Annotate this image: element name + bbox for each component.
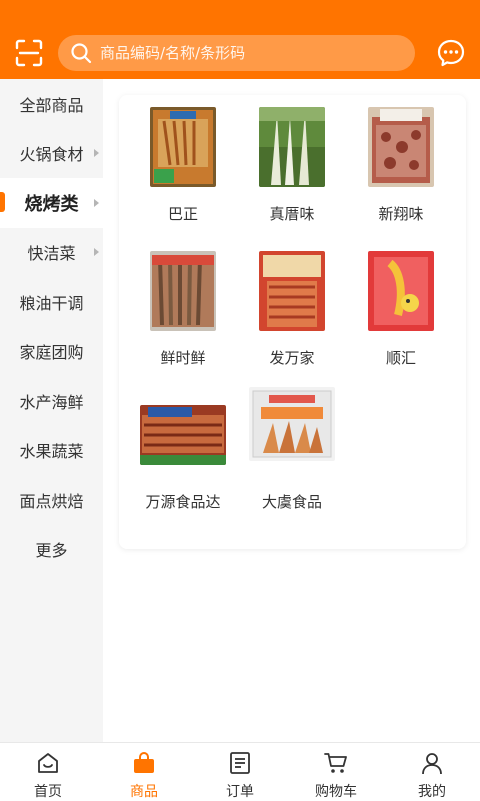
sidebar-item-bakery[interactable]: 面点烘焙 [0,475,103,525]
brand-image [150,251,216,331]
chevron-right-icon [94,198,99,207]
brand-name: 巴正 [167,205,198,223]
chat-bubble-icon[interactable] [436,38,466,68]
sidebar-item-all[interactable]: 全部商品 [0,79,103,129]
brand-item[interactable]: 顺汇 [347,239,455,379]
brand-item[interactable]: 真厝味 [238,95,346,235]
tab-profile[interactable]: 我的 [384,743,480,801]
brand-name: 万源食品达 [145,493,221,511]
brand-name: 鲜时鲜 [160,349,206,367]
brand-name: 大虞食品 [261,493,322,511]
main-panel: 巴正 真厝味 新翔味 鲜时鲜 发万家 顺汇 万源食品达 大虞食品 [103,79,480,742]
sidebar-item-label: 快洁菜 [27,244,76,264]
brand-image [259,251,325,331]
search-input[interactable]: 商品编码/名称/条形码 [58,35,415,71]
sidebar-item-more[interactable]: 更多 [0,525,103,575]
home-icon [36,751,60,775]
category-sidebar: 全部商品 火锅食材 烧烤类 快洁菜 粮油干调 家庭团购 水产海鲜 水果蔬菜 面点… [0,79,103,742]
sidebar-item-label: 烧烤类 [24,193,79,215]
search-icon [70,42,92,64]
tab-label: 购物车 [315,784,357,800]
brand-name: 顺汇 [385,349,416,367]
scan-icon[interactable] [14,38,44,68]
brand-name: 发万家 [269,349,315,367]
shopping-bag-icon [132,751,156,775]
top-header: 商品编码/名称/条形码 [0,0,480,79]
user-icon [420,751,444,775]
brand-image [368,107,434,187]
sidebar-item-label: 全部商品 [19,95,84,115]
brand-image [150,107,216,187]
chevron-right-icon [94,149,99,158]
sidebar-item-label: 水产海鲜 [19,392,84,412]
bottom-tab-bar: 首页 商品 订单 购物车 我的 [0,742,480,800]
tab-orders[interactable]: 订单 [192,743,288,801]
cart-icon [324,751,348,775]
brand-image [368,251,434,331]
brand-item[interactable]: 新翔味 [347,95,455,235]
active-indicator [0,192,5,212]
sidebar-item-hotpot[interactable]: 火锅食材 [0,129,103,179]
brand-item[interactable]: 大虞食品 [238,383,346,523]
sidebar-item-bbq[interactable]: 烧烤类 [0,178,103,228]
sidebar-item-label: 粮油干调 [19,293,84,313]
sidebar-item-label: 水果蔬菜 [19,442,84,462]
tab-label: 我的 [418,784,446,800]
tab-label: 首页 [34,784,62,800]
brand-name: 真厝味 [269,205,315,223]
brand-item[interactable]: 巴正 [129,95,237,235]
sidebar-item-seafood[interactable]: 水产海鲜 [0,376,103,426]
brand-item[interactable]: 发万家 [238,239,346,379]
brand-image [259,107,325,187]
tab-home[interactable]: 首页 [0,743,96,801]
tab-label: 商品 [130,784,158,800]
chevron-right-icon [94,248,99,257]
tab-label: 订单 [226,784,254,800]
sidebar-item-label: 面点烘焙 [19,491,84,511]
sidebar-item-label: 更多 [35,541,68,561]
brand-image [249,387,335,461]
search-placeholder: 商品编码/名称/条形码 [100,44,246,62]
sidebar-item-grain-oil[interactable]: 粮油干调 [0,277,103,327]
tab-cart[interactable]: 购物车 [288,743,384,801]
sidebar-item-group-buy[interactable]: 家庭团购 [0,327,103,377]
order-list-icon [228,751,252,775]
sidebar-item-quick-dishes[interactable]: 快洁菜 [0,228,103,278]
brand-item[interactable]: 鲜时鲜 [129,239,237,379]
tab-products[interactable]: 商品 [96,743,192,801]
brand-name: 新翔味 [378,205,424,223]
sidebar-item-label: 家庭团购 [19,343,84,363]
brand-grid-card: 巴正 真厝味 新翔味 鲜时鲜 发万家 顺汇 万源食品达 大虞食品 [119,95,466,549]
brand-image [140,405,226,465]
brand-item[interactable]: 万源食品达 [129,383,237,523]
sidebar-item-fruit-veg[interactable]: 水果蔬菜 [0,426,103,476]
sidebar-item-label: 火锅食材 [19,145,84,165]
